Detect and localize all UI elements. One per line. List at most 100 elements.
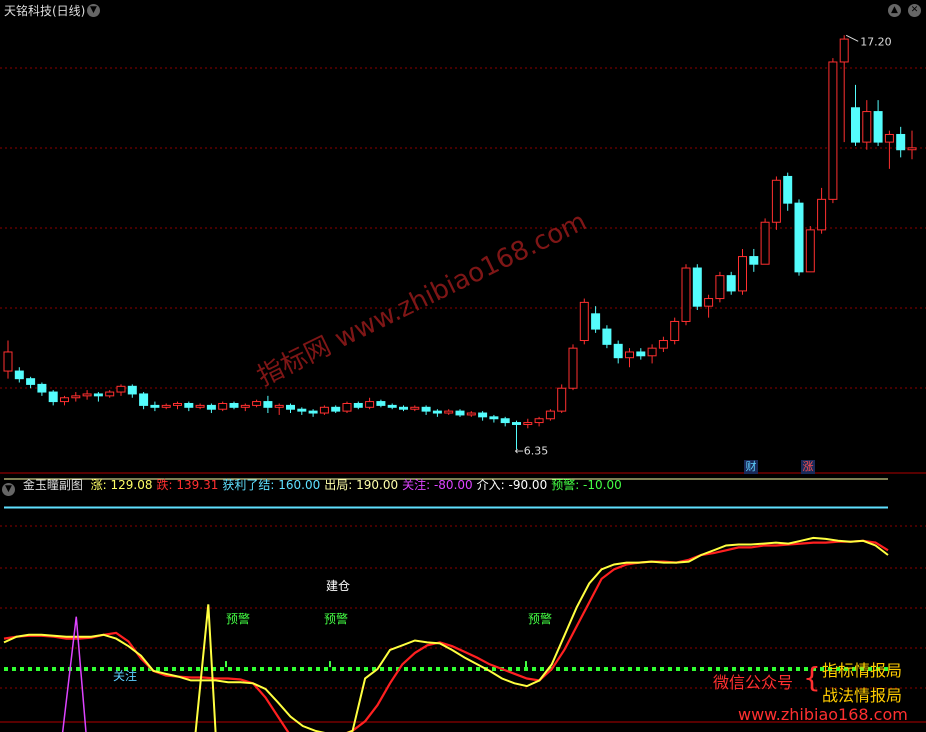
- guanzhu-spike: [61, 616, 87, 732]
- candle-body: [455, 410, 465, 416]
- candle-body: [3, 351, 13, 372]
- candle-body: [636, 351, 646, 357]
- candle-body: [602, 328, 612, 345]
- candle-body: [613, 343, 623, 359]
- candle-body: [139, 393, 149, 406]
- candle-body: [161, 404, 171, 408]
- warn-dot: [692, 667, 696, 671]
- candle-body: [93, 393, 103, 397]
- warn-dot: [540, 667, 544, 671]
- candle-body: [263, 401, 273, 408]
- warn-dot: [324, 667, 328, 671]
- warn-dot: [532, 667, 536, 671]
- warn-dot: [180, 667, 184, 671]
- watermark-url: www.zhibiao168.com: [738, 705, 908, 724]
- candle-body: [681, 267, 691, 322]
- candle-body: [444, 410, 454, 414]
- warn-dot: [228, 667, 232, 671]
- warn-dot: [300, 667, 304, 671]
- param-4: 关注: -80.00: [402, 478, 473, 492]
- warn-dot: [428, 667, 432, 671]
- param-3: 出局: 190.00: [324, 478, 399, 492]
- warn-dot: [12, 667, 16, 671]
- chevron-up-icon[interactable]: ▲: [888, 4, 901, 17]
- warn-dot: [220, 667, 224, 671]
- candle-body: [240, 404, 250, 408]
- warn-dot: [196, 667, 200, 671]
- candle-body: [647, 347, 657, 357]
- candle-body: [704, 298, 714, 307]
- candle-body: [534, 418, 544, 424]
- indicator-lines: [3, 478, 889, 732]
- warn-dot: [628, 667, 632, 671]
- chevron-down-icon[interactable]: ▼: [87, 4, 100, 17]
- warn-dot: [92, 667, 96, 671]
- badge-limit-up[interactable]: 涨: [801, 460, 815, 474]
- sub-panel-title[interactable]: 金玉瞳副图: [23, 478, 83, 492]
- param-1: 跌: 139.31: [156, 478, 219, 492]
- warn-dot: [412, 667, 416, 671]
- brace-icon: {: [803, 661, 821, 694]
- warn-dot: [292, 667, 296, 671]
- candle-body: [715, 275, 725, 300]
- candle-body: [794, 202, 804, 273]
- stock-chart[interactable]: 17.20 ←6.35: [0, 0, 926, 732]
- candle-body: [579, 301, 589, 342]
- warn-dot: [644, 667, 648, 671]
- main-panel-title[interactable]: 天铭科技(日线): [4, 2, 85, 19]
- candle-body: [37, 383, 47, 393]
- candle-body: [150, 404, 160, 408]
- badge-financial[interactable]: 财: [744, 460, 758, 474]
- yellow-line: [3, 536, 889, 732]
- warn-dot: [572, 667, 576, 671]
- warn-dot: [84, 667, 88, 671]
- candle-body: [308, 410, 318, 414]
- indicator-params: 涨: 129.08 跌: 139.31 获利了结: 160.00 出局: 190.00…: [91, 478, 626, 492]
- candle-body: [342, 402, 352, 412]
- warn-dot: [524, 667, 528, 671]
- candle-body: [184, 402, 194, 408]
- warn-dot: [20, 667, 24, 671]
- candle-body: [421, 406, 431, 412]
- warn-dot: [556, 667, 560, 671]
- warn-dot: [516, 667, 520, 671]
- yujing-label: 预警: [528, 612, 553, 626]
- chevron-down-icon[interactable]: ▼: [2, 483, 15, 496]
- high-price-label: 17.20: [860, 35, 892, 48]
- param-0: 涨: 129.08: [90, 478, 153, 492]
- warn-dot: [652, 667, 656, 671]
- candle-body: [286, 404, 295, 410]
- warn-dot: [268, 667, 272, 671]
- candle-body: [692, 267, 702, 307]
- low-price-label: ←6.35: [515, 444, 549, 457]
- warn-dot: [700, 667, 704, 671]
- candle-body: [828, 61, 838, 200]
- candle-body: [862, 111, 872, 143]
- warn-dot: [44, 667, 48, 671]
- warn-dot: [476, 667, 480, 671]
- warn-dot: [76, 667, 80, 671]
- warn-dot: [404, 667, 408, 671]
- warn-dot: [276, 667, 280, 671]
- warn-dot: [252, 667, 256, 671]
- warn-dot: [460, 667, 464, 671]
- candle-body: [410, 406, 420, 410]
- candle-body: [760, 221, 770, 265]
- warn-dot: [236, 667, 240, 671]
- candle-body: [738, 256, 747, 292]
- warn-dot: [204, 667, 208, 671]
- warn-dot: [452, 667, 456, 671]
- warn-dot: [588, 667, 592, 671]
- candle-body: [319, 406, 329, 414]
- close-icon[interactable]: ✕: [908, 4, 921, 17]
- candle-body: [127, 385, 137, 395]
- warn-dot: [796, 667, 800, 671]
- jiancang-label: 建仓: [326, 579, 351, 593]
- warn-dot: [388, 667, 392, 671]
- candle-body: [26, 378, 36, 385]
- candle-body: [82, 393, 92, 397]
- warn-dot: [604, 667, 608, 671]
- warn-dot: [668, 667, 672, 671]
- warn-dot: [660, 667, 664, 671]
- guanzhu-label: 关注: [113, 669, 138, 683]
